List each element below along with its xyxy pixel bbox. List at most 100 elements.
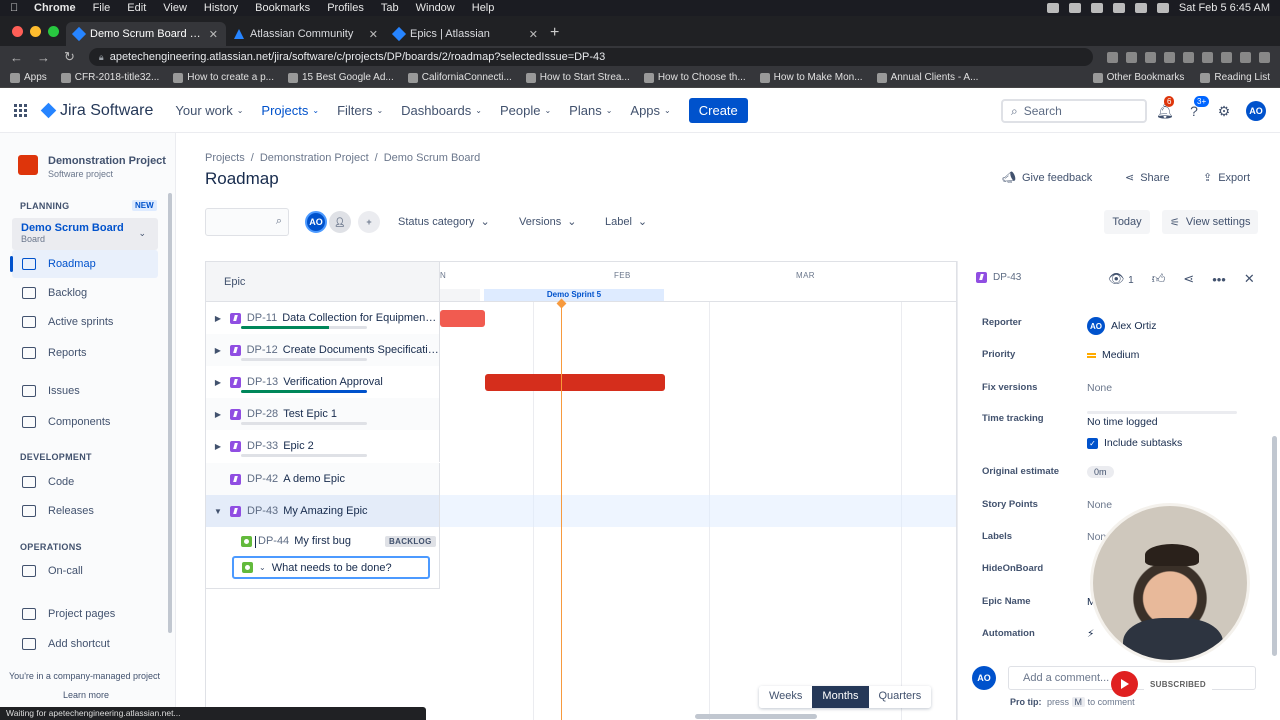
panel-scrollbar[interactable] [1272, 436, 1277, 656]
menu-edit[interactable]: Edit [127, 2, 146, 14]
status-icon[interactable] [1046, 3, 1059, 13]
give-feedback-button[interactable]: 📣︎ Give feedback [1002, 171, 1092, 185]
project-header[interactable]: Demonstration Project Software project [18, 155, 166, 179]
child-issue-row[interactable]: DP-44 My first bug BACKLOG [206, 525, 956, 557]
epic-row[interactable]: ▶ DP-33 Epic 2 [206, 430, 956, 462]
chevron-right-icon[interactable]: ▶ [210, 442, 226, 451]
issue-key[interactable]: DP-43 [993, 272, 1021, 283]
versions-filter[interactable]: Versions ⌄ [519, 215, 576, 229]
timescale-weeks[interactable]: Weeks [759, 686, 813, 708]
sidebar-item-issues[interactable]: Issues [12, 377, 158, 405]
time-tracking-bar[interactable] [1087, 411, 1237, 414]
forward-icon[interactable]: → [37, 50, 50, 65]
clock[interactable]: Sat Feb 5 6:45 AM [1179, 2, 1270, 14]
view-settings-button[interactable]: ⚟ View settings [1162, 210, 1259, 234]
menu-app[interactable]: Chrome [34, 2, 76, 14]
wifi-icon[interactable] [1134, 3, 1147, 13]
nav-projects[interactable]: Projects ⌄ [261, 103, 319, 118]
extension-icon[interactable] [1164, 51, 1175, 63]
status-icon[interactable] [1068, 3, 1081, 13]
sidebar-item-roadmap[interactable]: Roadmap [10, 250, 158, 278]
sidebar-item-on-call[interactable]: On-call [12, 557, 158, 585]
epic-row[interactable]: ▶ DP-28 Test Epic 1 [206, 398, 956, 430]
field-value[interactable]: 0m [1087, 466, 1114, 478]
puzzle-icon[interactable] [1221, 51, 1232, 63]
user-avatar[interactable]: AO [1246, 101, 1266, 121]
close-icon[interactable]: ✕ [1244, 271, 1255, 287]
epic-row[interactable]: ▶ DP-13 Verification Approval [206, 366, 956, 398]
search-input[interactable]: ⌕ Search [1001, 99, 1147, 123]
unassigned-avatar-icon[interactable]: 👤︎ [329, 211, 351, 233]
settings-gear-icon[interactable]: ⚙ [1216, 103, 1232, 119]
field-value[interactable]: No time logged [1087, 416, 1158, 428]
thumbs-up-icon[interactable]: 👍︎ [1152, 271, 1166, 287]
sidebar-scrollbar[interactable] [168, 193, 172, 633]
close-window-button[interactable] [12, 26, 23, 37]
epic-row-selected[interactable]: ▼ DP-43 My Amazing Epic [206, 495, 956, 527]
sidebar-item-project-pages[interactable]: Project pages [12, 600, 158, 628]
timescale-quarters[interactable]: Quarters [868, 686, 932, 708]
menu-file[interactable]: File [93, 2, 111, 14]
chevron-right-icon[interactable]: ▶ [210, 314, 226, 323]
back-icon[interactable]: ← [10, 50, 23, 65]
status-category-filter[interactable]: Status category ⌄ [398, 215, 490, 229]
browser-tab-epics[interactable]: Epics | Atlassian ✕ [386, 22, 546, 46]
field-value[interactable]: None [1087, 382, 1112, 394]
assignee-avatar-filter[interactable]: AO [305, 211, 327, 233]
epic-row[interactable]: DP-42 A demo Epic [206, 463, 956, 495]
browser-tab-community[interactable]: Atlassian Community ✕ [226, 22, 386, 46]
board-selector[interactable]: Demo Scrum Board Board ⌄ [12, 218, 158, 250]
timeline-scrollbar[interactable] [695, 714, 817, 719]
breadcrumb-board[interactable]: Demo Scrum Board [384, 152, 481, 164]
close-tab-icon[interactable]: ✕ [529, 28, 538, 41]
nav-apps[interactable]: Apps ⌄ [630, 103, 670, 118]
previous-sprint-bar[interactable] [440, 289, 480, 301]
address-bar[interactable]: 🔒︎ apetechengineering.atlassian.net/jira… [88, 48, 1093, 66]
nav-your-work[interactable]: Your work ⌄ [175, 103, 243, 118]
close-tab-icon[interactable]: ✕ [209, 28, 218, 41]
field-value[interactable]: Alex Ortiz [1111, 320, 1157, 332]
notifications-icon[interactable]: 🔔︎ 6 [1156, 96, 1175, 119]
bookmark-item[interactable]: CaliforniaConnecti... [407, 72, 512, 83]
chevron-down-icon[interactable]: ▼ [210, 507, 226, 516]
bookmark-item[interactable]: How to create a p... [173, 72, 274, 83]
share-icon[interactable] [1126, 51, 1137, 63]
menu-view[interactable]: View [163, 2, 187, 14]
profile-icon[interactable] [1240, 51, 1251, 63]
jira-logo[interactable]: Jira Software [40, 102, 153, 120]
breadcrumb-project[interactable]: Demonstration Project [260, 152, 369, 164]
label-filter[interactable]: Label ⌄ [605, 215, 647, 229]
issue-type-chevron-icon[interactable]: ⌄ [259, 563, 266, 572]
sidebar-item-components[interactable]: Components [12, 408, 158, 436]
bookmark-item[interactable]: How to Choose th... [643, 72, 746, 83]
bluetooth-icon[interactable] [1090, 3, 1103, 13]
other-bookmarks[interactable]: Other Bookmarks [1092, 72, 1184, 83]
share-icon[interactable]: ⋖ [1183, 271, 1194, 287]
sidebar-item-code[interactable]: Code [12, 468, 158, 496]
reading-list[interactable]: Reading List [1200, 72, 1270, 83]
sidebar-item-releases[interactable]: Releases [12, 497, 158, 525]
field-value[interactable]: Medium [1102, 349, 1139, 361]
lightning-icon[interactable]: ⚡︎ [1087, 628, 1094, 640]
extension-icon[interactable] [1183, 51, 1194, 63]
learn-more-link[interactable]: Learn more [63, 690, 109, 700]
browser-tab-roadmap[interactable]: Demo Scrum Board - Roadmap ✕ [66, 22, 226, 46]
today-button[interactable]: Today [1104, 210, 1150, 234]
checkbox-checked-icon[interactable]: ✓ [1087, 437, 1098, 449]
chevron-right-icon[interactable]: ▶ [210, 410, 226, 419]
timescale-months[interactable]: Months [812, 686, 869, 708]
more-icon[interactable] [1259, 51, 1270, 63]
menu-history[interactable]: History [204, 2, 238, 14]
epic-row[interactable]: ▶ DP-11 Data Collection for Equipment ... [206, 302, 956, 334]
epic-timeline-bar[interactable] [440, 310, 485, 327]
bookmark-apps[interactable]: Apps [10, 72, 47, 83]
lock-icon[interactable]: 🔒︎ [99, 52, 104, 63]
help-icon[interactable]: ? 3+ [1186, 96, 1210, 119]
roadmap-search-input[interactable]: ⌕ [205, 208, 289, 236]
bookmark-item[interactable]: Annual Clients - A... [876, 72, 978, 83]
create-button[interactable]: Create [688, 98, 748, 123]
bookmark-star-icon[interactable] [1145, 51, 1156, 63]
app-switcher-icon[interactable] [14, 104, 27, 117]
sidebar-item-reports[interactable]: Reports [12, 339, 158, 367]
create-child-issue-input[interactable]: ⌄ What needs to be done? [232, 556, 430, 579]
